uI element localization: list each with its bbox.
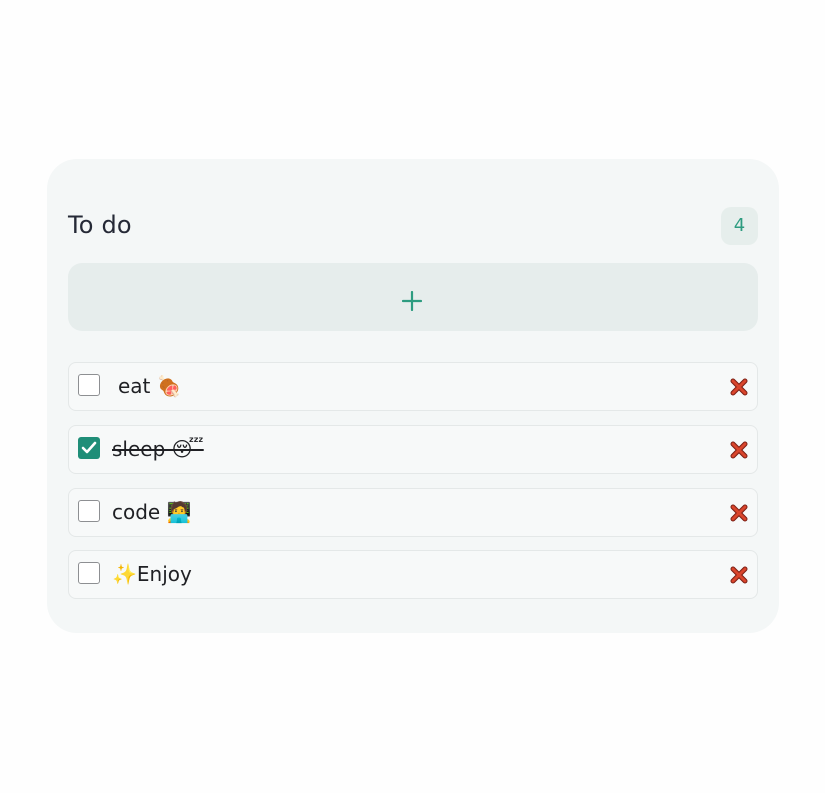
todo-item: eat 🍖 <box>68 362 758 411</box>
todo-checkbox[interactable] <box>78 374 100 396</box>
delete-icon[interactable] <box>730 441 748 459</box>
todo-label: ✨Enjoy <box>112 562 192 586</box>
todo-item: ✨Enjoy <box>68 550 758 599</box>
todo-count-badge: 4 <box>721 207 758 245</box>
delete-icon[interactable] <box>730 378 748 396</box>
delete-icon[interactable] <box>730 566 748 584</box>
todo-card: To do 4 eat 🍖 sleep 😴 <box>47 159 779 633</box>
todo-header: To do 4 <box>68 207 758 245</box>
page-title: To do <box>68 211 132 239</box>
delete-icon[interactable] <box>730 504 748 522</box>
todo-label: sleep 😴 <box>112 437 204 461</box>
todo-item: sleep 😴 <box>68 425 758 474</box>
plus-icon <box>402 291 422 311</box>
add-todo-button[interactable] <box>68 263 758 331</box>
checkmark-icon <box>81 441 97 454</box>
todo-checkbox[interactable] <box>78 562 100 584</box>
todo-checkbox[interactable] <box>78 500 100 522</box>
todo-list: eat 🍖 sleep 😴 code 🧑‍💻 <box>68 362 758 613</box>
todo-label: eat 🍖 <box>118 374 182 398</box>
todo-checkbox-checked[interactable] <box>78 437 100 459</box>
todo-item: code 🧑‍💻 <box>68 488 758 537</box>
todo-label: code 🧑‍💻 <box>112 500 192 524</box>
